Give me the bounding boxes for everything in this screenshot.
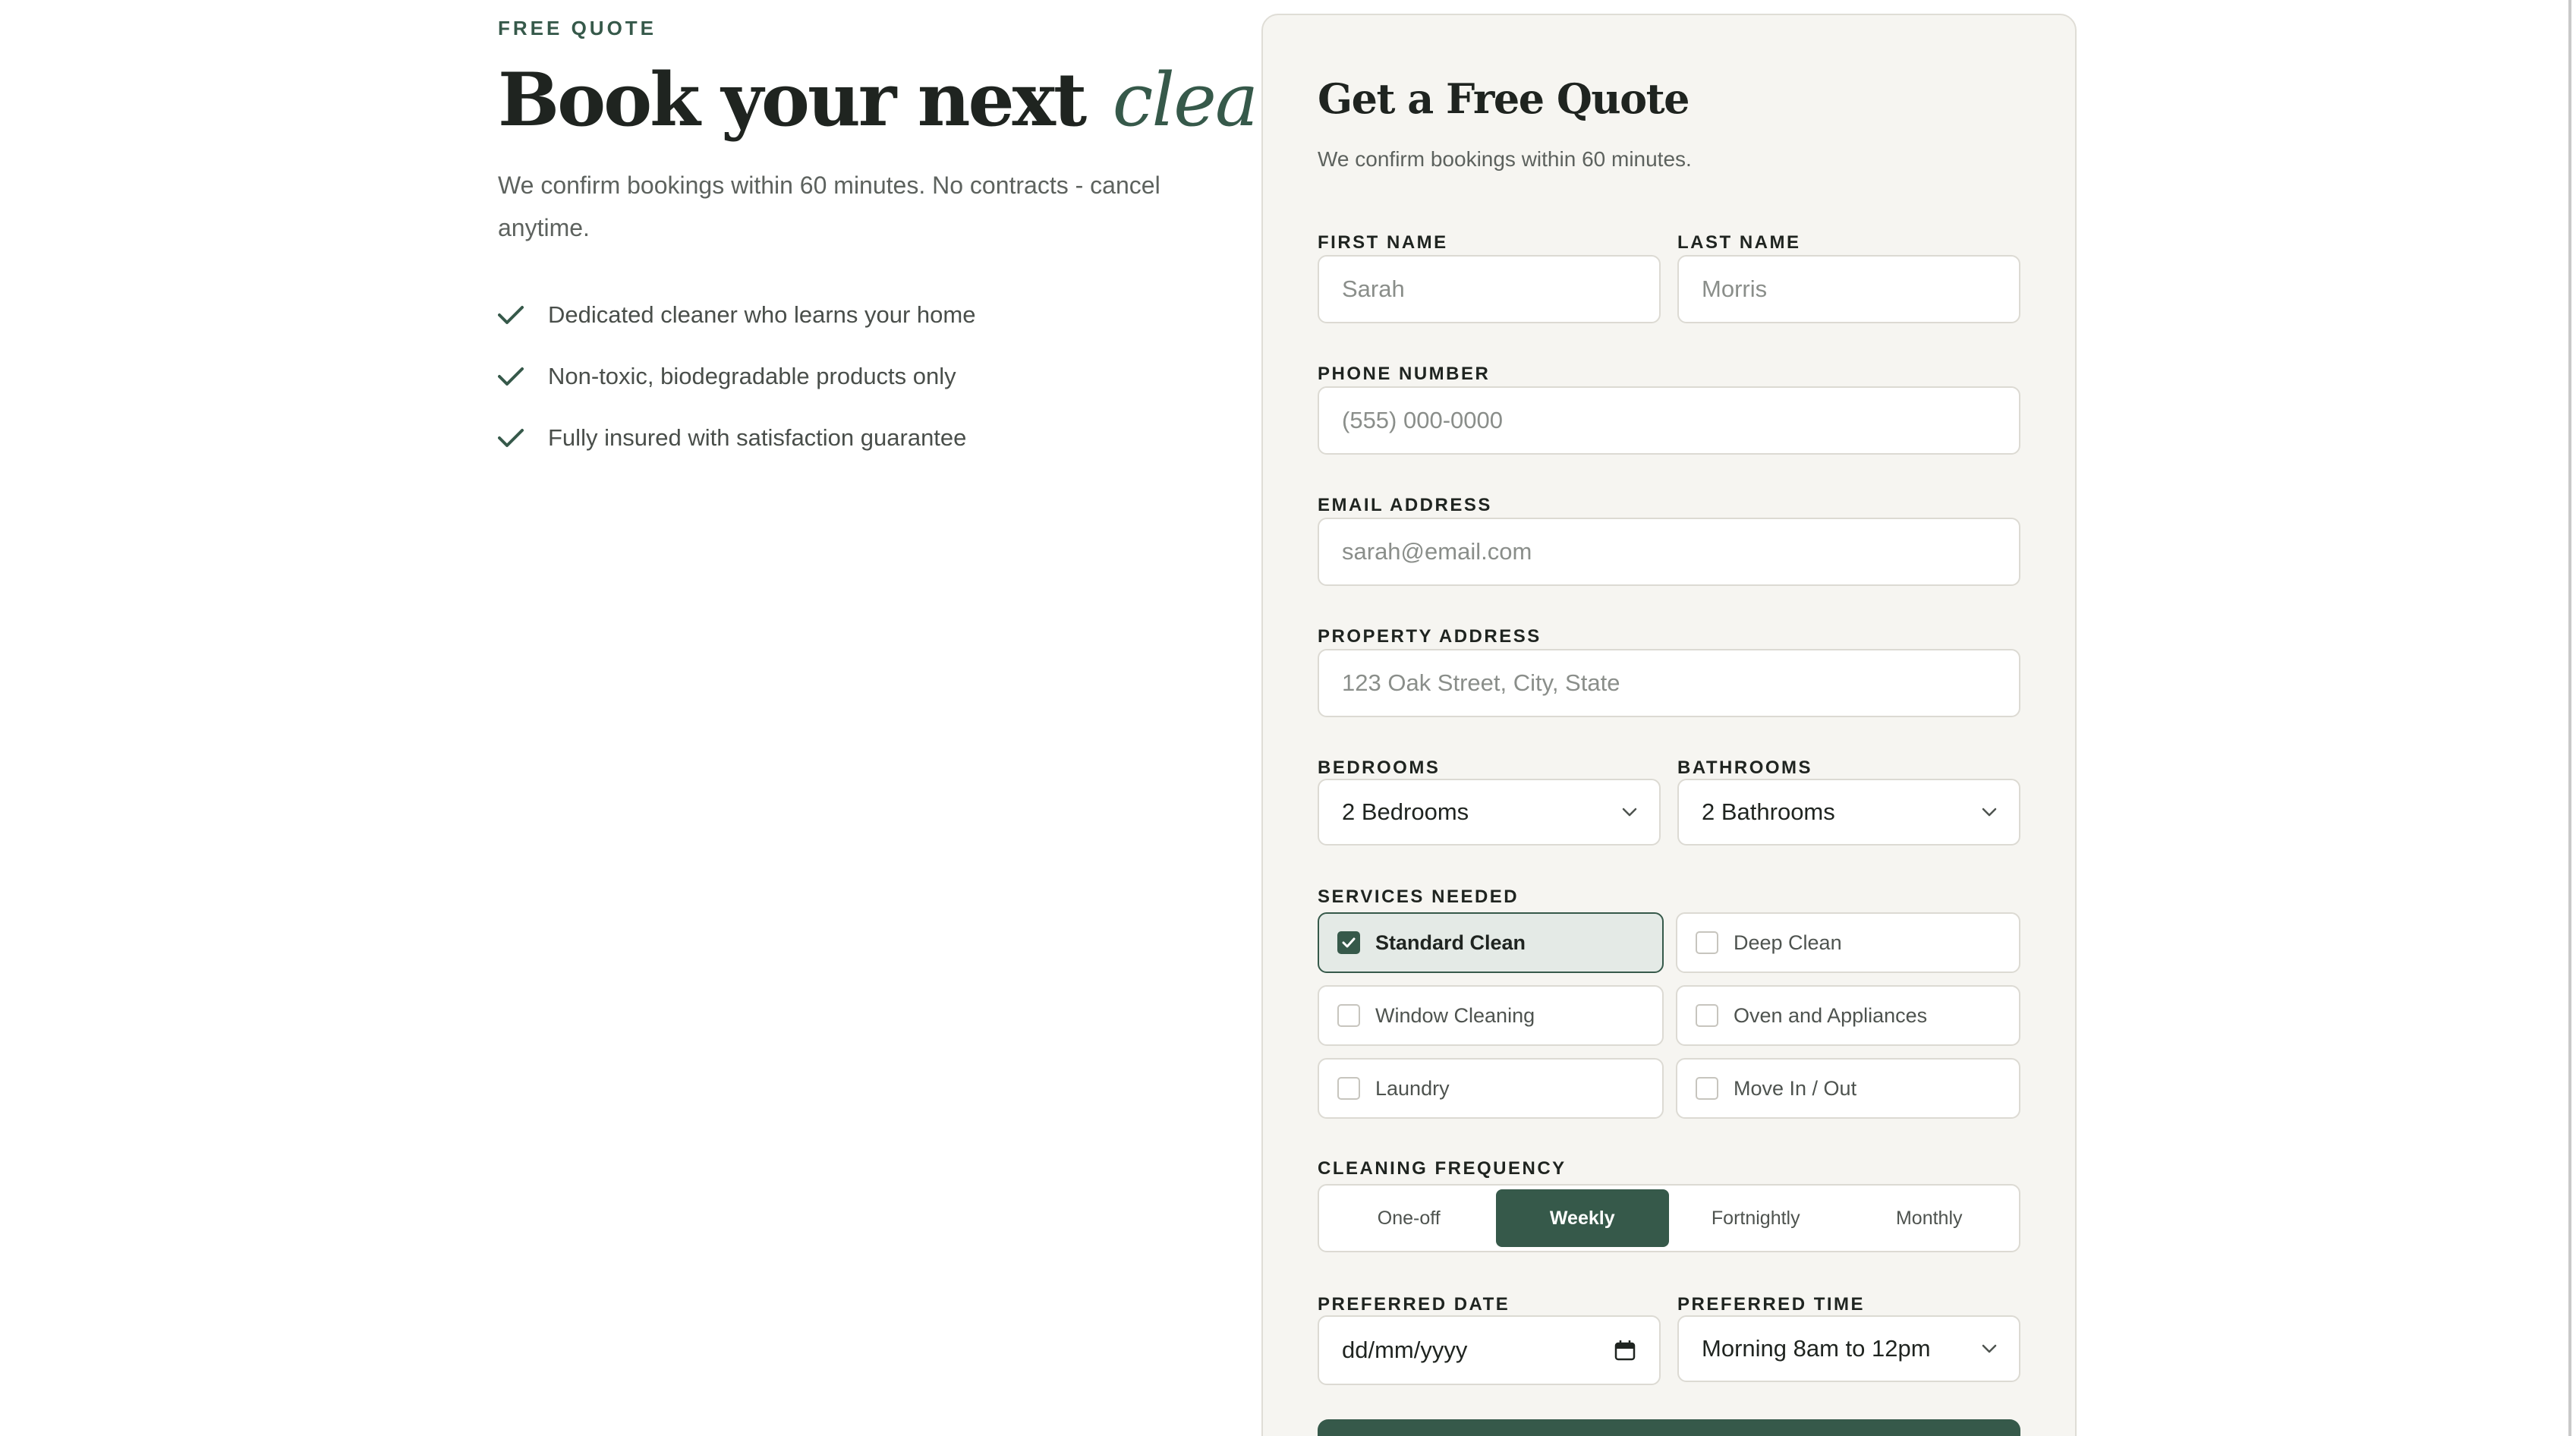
chevron-down-icon <box>1981 807 1998 817</box>
bedrooms-label: BEDROOMS <box>1318 757 1441 778</box>
frequency-label: CLEANING FREQUENCY <box>1318 1158 1567 1179</box>
checkbox[interactable] <box>1696 1077 1718 1100</box>
service-option-move-in-out[interactable]: Move In / Out <box>1676 1058 2020 1119</box>
service-option-laundry[interactable]: Laundry <box>1318 1058 1664 1119</box>
service-label: Deep Clean <box>1734 931 1842 954</box>
email-placeholder: sarah@email.com <box>1342 538 1532 565</box>
bathrooms-value: 2 Bathrooms <box>1702 798 1835 825</box>
time-label: PREFERRED TIME <box>1677 1294 1866 1315</box>
frequency-segmented-control: One-off Weekly Fortnightly Monthly <box>1318 1184 2020 1252</box>
submit-button[interactable] <box>1318 1419 2020 1436</box>
hero-title: Book your next clean <box>498 55 1304 146</box>
phone-placeholder: (555) 000-0000 <box>1342 407 1503 433</box>
last-name-field[interactable]: Morris <box>1677 255 2020 323</box>
date-label: PREFERRED DATE <box>1318 1294 1510 1315</box>
benefit-text: Dedicated cleaner who learns your home <box>548 301 976 328</box>
hero-subtitle: We confirm bookings within 60 minutes. N… <box>498 172 1160 241</box>
address-placeholder: 123 Oak Street, City, State <box>1342 669 1620 696</box>
phone-field[interactable]: (555) 000-0000 <box>1318 386 2020 455</box>
last-name-label: LAST NAME <box>1677 232 1801 253</box>
service-label: Laundry <box>1375 1076 1450 1100</box>
checkbox-checked[interactable] <box>1337 931 1360 954</box>
bathrooms-select[interactable]: 2 Bathrooms <box>1677 779 2020 846</box>
checkmark-icon <box>1342 937 1356 948</box>
benefit-item: Fully insured with satisfaction guarante… <box>498 416 975 460</box>
service-option-standard-clean[interactable]: Standard Clean <box>1318 912 1664 973</box>
service-label: Oven and Appliances <box>1734 1003 1928 1027</box>
quote-form-card: Get a Free Quote We confirm bookings wit… <box>1261 14 2077 1436</box>
frequency-option-fortnightly[interactable]: Fortnightly <box>1669 1189 1843 1247</box>
check-icon <box>498 425 524 451</box>
time-value: Morning 8am to 12pm <box>1702 1335 1931 1362</box>
service-option-oven-appliances[interactable]: Oven and Appliances <box>1676 985 2020 1046</box>
checkbox[interactable] <box>1696 931 1718 954</box>
service-label: Move In / Out <box>1734 1076 1857 1100</box>
email-field[interactable]: sarah@email.com <box>1318 518 2020 586</box>
service-option-window-cleaning[interactable]: Window Cleaning <box>1318 985 1664 1046</box>
address-label: PROPERTY ADDRESS <box>1318 626 1542 647</box>
time-select[interactable]: Morning 8am to 12pm <box>1677 1315 2020 1382</box>
service-option-deep-clean[interactable]: Deep Clean <box>1676 912 2020 973</box>
services-label: SERVICES NEEDED <box>1318 886 1519 907</box>
address-field[interactable]: 123 Oak Street, City, State <box>1318 649 2020 717</box>
chevron-down-icon <box>1621 807 1638 817</box>
frequency-option-monthly[interactable]: Monthly <box>1843 1189 2017 1247</box>
date-placeholder: dd/mm/yyyy <box>1342 1337 1468 1363</box>
checkbox[interactable] <box>1337 1077 1360 1100</box>
first-name-placeholder: Sarah <box>1342 276 1405 302</box>
eyebrow-label: FREE QUOTE <box>498 17 657 39</box>
benefits-list: Dedicated cleaner who learns your home N… <box>498 293 975 477</box>
benefit-text: Fully insured with satisfaction guarante… <box>548 424 967 451</box>
check-icon <box>498 302 524 328</box>
service-label: Standard Clean <box>1375 931 1526 954</box>
calendar-icon[interactable] <box>1614 1339 1636 1362</box>
bathrooms-label: BATHROOMS <box>1677 757 1813 778</box>
form-subtitle: We confirm bookings within 60 minutes. <box>1318 147 1692 171</box>
first-name-field[interactable]: Sarah <box>1318 255 1661 323</box>
last-name-placeholder: Morris <box>1702 276 1768 302</box>
bedrooms-select[interactable]: 2 Bedrooms <box>1318 779 1661 846</box>
email-label: EMAIL ADDRESS <box>1318 495 1492 515</box>
check-icon <box>498 364 524 389</box>
bedrooms-value: 2 Bedrooms <box>1342 798 1469 825</box>
checkbox[interactable] <box>1696 1004 1718 1027</box>
scrollbar[interactable] <box>2568 0 2571 1436</box>
benefit-item: Dedicated cleaner who learns your home <box>498 293 975 337</box>
benefit-item: Non-toxic, biodegradable products only <box>498 354 975 398</box>
phone-label: PHONE NUMBER <box>1318 364 1491 384</box>
form-title: Get a Free Quote <box>1318 74 1690 123</box>
hero-title-main: Book your next <box>498 57 1087 143</box>
service-label: Window Cleaning <box>1375 1003 1535 1027</box>
frequency-option-weekly[interactable]: Weekly <box>1495 1189 1669 1247</box>
frequency-option-one-off[interactable]: One-off <box>1322 1189 1496 1247</box>
first-name-label: FIRST NAME <box>1318 232 1448 253</box>
date-field[interactable]: dd/mm/yyyy <box>1318 1315 1661 1385</box>
benefit-text: Non-toxic, biodegradable products only <box>548 363 956 389</box>
checkbox[interactable] <box>1337 1004 1360 1027</box>
chevron-down-icon <box>1981 1343 1998 1354</box>
